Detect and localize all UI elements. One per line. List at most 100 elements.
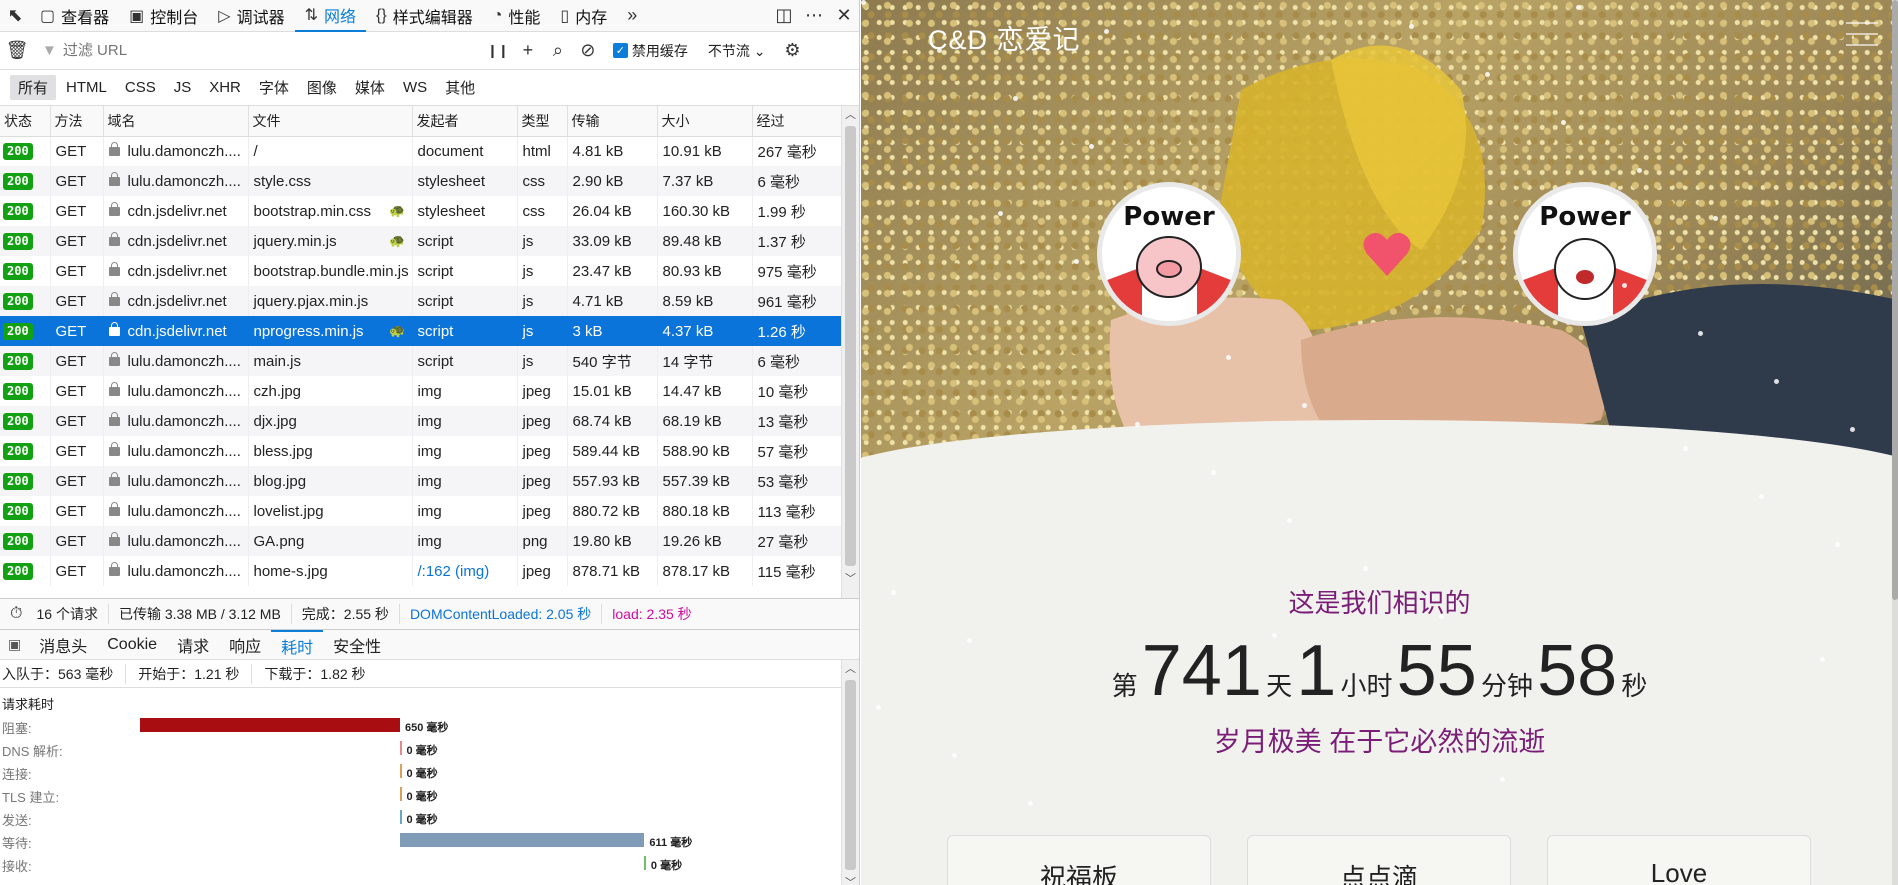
cell-domain: lulu.damonczh.... xyxy=(103,466,249,496)
column-header[interactable]: 发起者 xyxy=(412,106,518,137)
throttle-select[interactable]: 不节流 ⌄ xyxy=(708,41,766,61)
tab-console[interactable]: ▣ 控制台 xyxy=(119,0,208,32)
type-filter-7[interactable]: 媒体 xyxy=(347,75,393,100)
type-filter-2[interactable]: CSS xyxy=(117,77,164,98)
cell-file: bootstrap.bundle.min.js xyxy=(248,256,413,286)
file-text: / xyxy=(253,142,258,160)
type-filter-5[interactable]: 字体 xyxy=(251,75,297,100)
table-row[interactable]: 200 GET lulu.damonczh.... bless.jpg img jpeg 5… xyxy=(0,436,842,466)
timing-value: 0 毫秒 xyxy=(406,745,438,757)
cell-file: main.js xyxy=(248,346,413,376)
filter-url-input[interactable] xyxy=(62,42,483,59)
cell-file: 🐢 nprogress.min.js xyxy=(248,316,413,346)
detail-tab-3[interactable]: 响应 xyxy=(219,630,271,660)
lock-icon xyxy=(108,292,120,307)
card-moments[interactable]: 点点滴 xyxy=(1247,835,1511,885)
detail-tab-1[interactable]: Cookie xyxy=(97,630,167,660)
site-logo[interactable]: C&D 恋爱记 xyxy=(928,18,1081,57)
tab-performance[interactable]: ◔ 性能 xyxy=(483,0,551,32)
page-scrollbar[interactable] xyxy=(1892,0,1898,885)
table-row[interactable]: 200 GET cdn.jsdelivr.net jquery.pjax.min.js… xyxy=(0,286,842,316)
column-header[interactable]: 域名 xyxy=(103,106,249,137)
add-icon[interactable]: + xyxy=(513,36,543,66)
options-menu-icon[interactable]: ⋯ xyxy=(799,1,829,31)
web-page: C&D 恋爱记 Power Power 这是我们相识的 第 741 天 1 小时… xyxy=(861,0,1898,885)
type-filter-6[interactable]: 图像 xyxy=(299,75,345,100)
table-row[interactable]: 200 GET cdn.jsdelivr.net 🐢 nprogress.min.js s… xyxy=(0,316,842,346)
tab-memory[interactable]: ▯ 内存 xyxy=(550,0,617,32)
table-row[interactable]: 200 GET lulu.damonczh.... home-s.jpg /:162 (… xyxy=(0,556,842,586)
tab-style-editor[interactable]: {} 样式编辑器 xyxy=(366,0,483,32)
cell-file: 🐢 bootstrap.min.css xyxy=(248,196,413,226)
column-header[interactable]: 文件 xyxy=(248,106,413,137)
dock-side-icon[interactable]: ◫ xyxy=(769,1,799,31)
column-header[interactable]: 大小 xyxy=(657,106,753,137)
table-row[interactable]: 200 GET lulu.damonczh.... / document html 4.81… xyxy=(0,136,842,166)
table-row[interactable]: 200 GET cdn.jsdelivr.net 🐢 bootstrap.min.css… xyxy=(0,196,842,226)
table-row[interactable]: 200 GET lulu.damonczh.... czh.jpg img jpeg 15.… xyxy=(0,376,842,406)
tab-debugger[interactable]: ▷ 调试器 xyxy=(208,0,294,32)
file-text: czh.jpg xyxy=(253,382,302,400)
cell-file: czh.jpg xyxy=(248,376,413,406)
detail-tab-4[interactable]: 耗时 xyxy=(271,629,324,660)
close-icon[interactable]: ✕ xyxy=(829,1,859,31)
table-row[interactable]: 200 GET cdn.jsdelivr.net bootstrap.bundle.m… xyxy=(0,256,842,286)
type-filter-0[interactable]: 所有 xyxy=(10,75,57,100)
table-row[interactable]: 200 GET lulu.damonczh.... blog.jpg img jpeg 55… xyxy=(0,466,842,496)
status-badge: 200 xyxy=(3,473,33,490)
type-filter-3[interactable]: JS xyxy=(166,77,200,98)
table-row[interactable]: 200 GET lulu.damonczh.... lovelist.jpg img jp… xyxy=(0,496,842,526)
cell-status: 200 xyxy=(0,166,51,196)
domain-text: lulu.damonczh.... xyxy=(127,142,241,160)
cell-time: 27 毫秒 xyxy=(752,526,842,556)
cell-time: 13 毫秒 xyxy=(752,406,842,436)
table-row[interactable]: 200 GET lulu.damonczh.... main.js script js 54… xyxy=(0,346,842,376)
request-list-scrollbar[interactable]: ︿ ﹀ xyxy=(841,106,859,598)
file-text: jquery.min.js xyxy=(253,232,337,250)
type-filter-1[interactable]: HTML xyxy=(58,77,115,98)
column-header[interactable]: 方法 xyxy=(50,106,104,137)
detail-tab-5[interactable]: 安全性 xyxy=(323,630,391,660)
card-bless[interactable]: 祝福板 xyxy=(947,835,1211,885)
table-row[interactable]: 200 GET lulu.damonczh.... djx.jpg img jpeg 68.… xyxy=(0,406,842,436)
style-editor-icon: {} xyxy=(376,6,387,24)
tab-inspector[interactable]: ▢ 查看器 xyxy=(30,0,119,32)
type-filter-9[interactable]: 其他 xyxy=(437,75,483,100)
cell-domain: lulu.damonczh.... xyxy=(103,436,249,466)
card-love[interactable]: Love xyxy=(1547,835,1811,885)
timing-row: 接收: 0 毫秒 xyxy=(0,853,859,876)
timing-scrollbar[interactable]: ︿ ﹀ xyxy=(841,660,859,885)
block-icon[interactable]: ⊘ xyxy=(573,36,603,66)
cell-transferred: 23.47 kB xyxy=(567,256,658,286)
tab-network[interactable]: ⇅ 网络 xyxy=(294,0,367,32)
status-badge: 200 xyxy=(3,203,33,220)
clear-requests-icon[interactable]: 🗑 xyxy=(2,36,32,66)
search-icon[interactable]: ⌕ xyxy=(543,36,573,66)
table-row[interactable]: 200 GET lulu.damonczh.... GA.png img png 19.80… xyxy=(0,526,842,556)
detail-tab-0[interactable]: 消息头 xyxy=(29,630,97,660)
type-filter-8[interactable]: WS xyxy=(395,77,435,98)
file-text: jquery.pjax.min.js xyxy=(253,292,369,310)
settings-gear-icon[interactable]: ⚙ xyxy=(777,36,807,66)
pause-icon[interactable]: ❙❙ xyxy=(483,36,513,66)
element-picker-icon[interactable]: ⬉ xyxy=(0,1,30,31)
more-tools-icon[interactable]: » xyxy=(617,1,647,31)
cell-initiator: img xyxy=(412,406,518,436)
panel-toggle-icon[interactable]: ▣ xyxy=(0,636,29,653)
disable-cache-checkbox[interactable]: ✓ 禁用缓存 xyxy=(612,41,688,61)
column-header[interactable]: 传输 xyxy=(567,106,658,137)
cell-domain: lulu.damonczh.... xyxy=(103,556,249,586)
type-filter-4[interactable]: XHR xyxy=(201,77,249,98)
detail-tab-2[interactable]: 请求 xyxy=(167,630,219,660)
initiator-text[interactable]: /:162 (img) xyxy=(418,563,490,580)
column-header[interactable]: 经过 xyxy=(752,106,842,137)
menu-icon[interactable] xyxy=(1846,22,1878,55)
cell-status: 200 xyxy=(0,256,51,286)
cell-status: 200 xyxy=(0,556,51,586)
cell-time: 1.26 秒 xyxy=(752,316,842,346)
table-row[interactable]: 200 GET cdn.jsdelivr.net 🐢 jquery.min.js scri… xyxy=(0,226,842,256)
table-row[interactable]: 200 GET lulu.damonczh.... style.css styleshe… xyxy=(0,166,842,196)
column-header[interactable]: 类型 xyxy=(517,106,568,137)
column-header[interactable]: 状态 xyxy=(0,106,51,137)
cell-initiator: img xyxy=(412,526,518,556)
